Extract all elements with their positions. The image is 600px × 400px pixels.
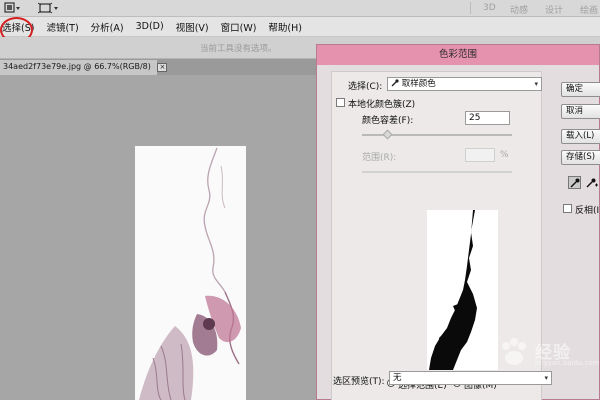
workspace-design[interactable]: 设计 bbox=[545, 3, 563, 16]
invert-label: 反相(I) bbox=[575, 206, 600, 216]
menu-window[interactable]: 窗口(W) bbox=[215, 20, 263, 34]
workspace-painting[interactable]: 绘画 bbox=[580, 3, 598, 16]
document-image bbox=[135, 146, 246, 400]
localized-clusters-checkbox[interactable] bbox=[336, 98, 345, 107]
screen-mode-button[interactable] bbox=[38, 1, 60, 15]
selection-preview-value: 无 bbox=[393, 373, 402, 383]
layout-icon bbox=[4, 2, 20, 13]
chevron-down-icon: ▾ bbox=[534, 80, 538, 88]
invert-checkbox[interactable] bbox=[563, 204, 572, 213]
ink-painting-image bbox=[139, 147, 241, 400]
selection-preview[interactable] bbox=[427, 210, 498, 370]
range-input[interactable] bbox=[465, 148, 495, 162]
localized-clusters-label: 本地化颜色簇(Z) bbox=[348, 100, 416, 110]
select-dropdown[interactable]: 取样颜色 ▾ bbox=[387, 77, 542, 91]
eyedropper-plus-icon bbox=[586, 178, 598, 187]
application-bar: 3D 动感 设计 绘画 bbox=[0, 0, 600, 17]
document-tab[interactable]: 34aed2f73e79e.jpg @ 66.7%(RGB/8) × bbox=[0, 60, 168, 75]
options-hint: 当前工具没有选项。 bbox=[200, 44, 277, 54]
layout-menu-button[interactable] bbox=[2, 1, 24, 15]
selection-preview-label: 选区预览(T): bbox=[333, 377, 385, 387]
save-button[interactable]: 存储(S) bbox=[561, 150, 600, 165]
eyedropper-button[interactable] bbox=[568, 176, 581, 189]
eyedropper-icon bbox=[570, 178, 579, 187]
screen-mode-icon bbox=[38, 2, 58, 14]
range-slider-track[interactable] bbox=[362, 171, 512, 173]
menu-bar: 选择(S) 滤镜(T) 分析(A) 3D(D) 视图(V) 窗口(W) 帮助(H… bbox=[0, 17, 600, 37]
eyedropper-icon bbox=[391, 79, 399, 87]
fuzziness-label: 颜色容差(F): bbox=[362, 116, 414, 126]
watermark-url: jingyan.baidu.com bbox=[535, 359, 600, 367]
select-value: 取样颜色 bbox=[401, 79, 436, 89]
document-tab-label: 34aed2f73e79e.jpg @ 66.7%(RGB/8) bbox=[3, 62, 151, 71]
menu-help[interactable]: 帮助(H) bbox=[262, 20, 308, 34]
fuzziness-input[interactable]: 25 bbox=[465, 111, 510, 125]
workspace-3d[interactable]: 3D bbox=[483, 3, 496, 13]
load-button[interactable]: 载入(L) bbox=[561, 129, 600, 144]
workspace-motion[interactable]: 动感 bbox=[510, 3, 528, 16]
select-label: 选择(C): bbox=[348, 82, 383, 92]
watermark: 经验 jingyan.baidu.com bbox=[497, 336, 600, 386]
range-label: 范围(R): bbox=[362, 153, 397, 163]
range-unit: % bbox=[500, 150, 509, 160]
menu-analysis[interactable]: 分析(A) bbox=[85, 20, 130, 34]
fuzziness-slider-thumb[interactable] bbox=[382, 129, 393, 140]
ok-button[interactable]: 确定 bbox=[561, 82, 600, 97]
menu-view[interactable]: 视图(V) bbox=[170, 20, 215, 34]
paw-icon bbox=[502, 338, 526, 365]
toolbar-separator bbox=[470, 2, 471, 14]
close-tab-button[interactable]: × bbox=[157, 63, 168, 72]
menu-filter[interactable]: 滤镜(T) bbox=[40, 20, 84, 34]
menu-3d[interactable]: 3D(D) bbox=[130, 21, 170, 32]
cancel-button[interactable]: 取消 bbox=[561, 104, 600, 119]
add-eyedropper-button[interactable] bbox=[585, 176, 598, 189]
selection-mask-image bbox=[429, 210, 477, 370]
dialog-title[interactable]: 色彩范围 bbox=[317, 45, 599, 65]
